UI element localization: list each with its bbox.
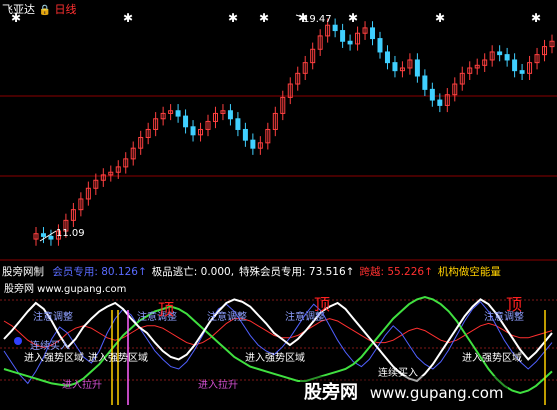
indicator-name: 股旁网制 — [2, 266, 44, 278]
candle-body — [414, 59, 420, 77]
signal-star: ✱ — [228, 11, 238, 25]
stock-header: 飞亚达 🔒 日线 — [2, 1, 76, 17]
watermark-bottom: 股旁网 www.gupang.com — [300, 376, 508, 406]
candle-body — [250, 139, 256, 149]
watermark-top: 股旁网 www.gupang.com — [4, 284, 127, 295]
indicator-item: 特殊会员专用: 73.516↑ — [239, 266, 355, 278]
candle-body — [437, 99, 443, 106]
candle-body — [175, 110, 181, 117]
candle-body — [497, 51, 503, 56]
candle-body — [512, 59, 518, 72]
signal-star: ✱ — [531, 11, 541, 25]
stock-name: 飞亚达 — [2, 3, 35, 16]
price-candles — [33, 18, 555, 246]
candle-body — [519, 70, 525, 74]
candle-body — [384, 51, 390, 64]
low-price-label: 11.09 — [56, 228, 85, 239]
price-grid — [0, 95, 557, 177]
signal-star: ✱ — [123, 11, 133, 25]
candle-body — [340, 30, 346, 42]
signal-stars: ✱ ✱ ✱ ✱ ✱ ✱ ✱ ✱ — [11, 11, 541, 25]
watermark-url: www.gupang.com — [369, 384, 504, 402]
annotation-label: 进入强势区域 — [245, 353, 305, 364]
annotation-label: 顶 — [158, 300, 175, 319]
lock-icon: 🔒 — [38, 5, 51, 16]
annotation-label: 进入拉升 — [62, 380, 102, 391]
candle-body — [227, 110, 233, 120]
candle-body — [370, 27, 376, 40]
candle-body — [504, 54, 510, 61]
signal-star: ✱ — [348, 11, 358, 25]
indicator-item: 跨越: 55.226↑ — [359, 266, 433, 278]
period-label: 日线 — [54, 3, 77, 16]
indicator-item: 极品逃亡: 0.000, — [151, 266, 235, 278]
high-price-label: 19.47 — [303, 14, 332, 25]
annotation-label: 进入强势区域 — [88, 353, 148, 364]
indicator-header: 股旁网制 会员专用: 80.126↑ 极品逃亡: 0.000, 特殊会员专用: 73… — [2, 264, 501, 279]
signal-star: ✱ — [435, 11, 445, 25]
candle-body — [429, 88, 435, 101]
candle-body — [40, 233, 46, 237]
buy-dot — [14, 337, 22, 345]
candle-body — [235, 118, 241, 130]
signal-star: ✱ — [259, 11, 269, 25]
annotation-label: 注意调整 — [207, 312, 247, 323]
indicator-item: 机构做空能量 — [437, 266, 501, 278]
indicator-item: 会员专用: 80.126↑ — [52, 266, 147, 278]
candle-body — [377, 38, 383, 53]
candle-body — [422, 75, 428, 90]
candle-body — [190, 126, 196, 136]
annotation-label: 连续买入 — [30, 341, 70, 352]
candle-body — [48, 235, 54, 240]
watermark-cn: 股旁网 — [304, 382, 358, 403]
annotation-label: 进入拉升 — [198, 380, 238, 391]
candle-body — [332, 24, 338, 32]
candle-body — [183, 115, 189, 128]
annotation-label: 进入强势区域 — [462, 353, 522, 364]
annotation-label: 顶 — [314, 295, 331, 314]
candle-body — [347, 40, 353, 45]
annotation-label: 注意调整 — [33, 312, 73, 323]
candle-body — [392, 62, 398, 72]
candle-body — [242, 128, 248, 141]
annotation-label: 顶 — [506, 295, 523, 314]
